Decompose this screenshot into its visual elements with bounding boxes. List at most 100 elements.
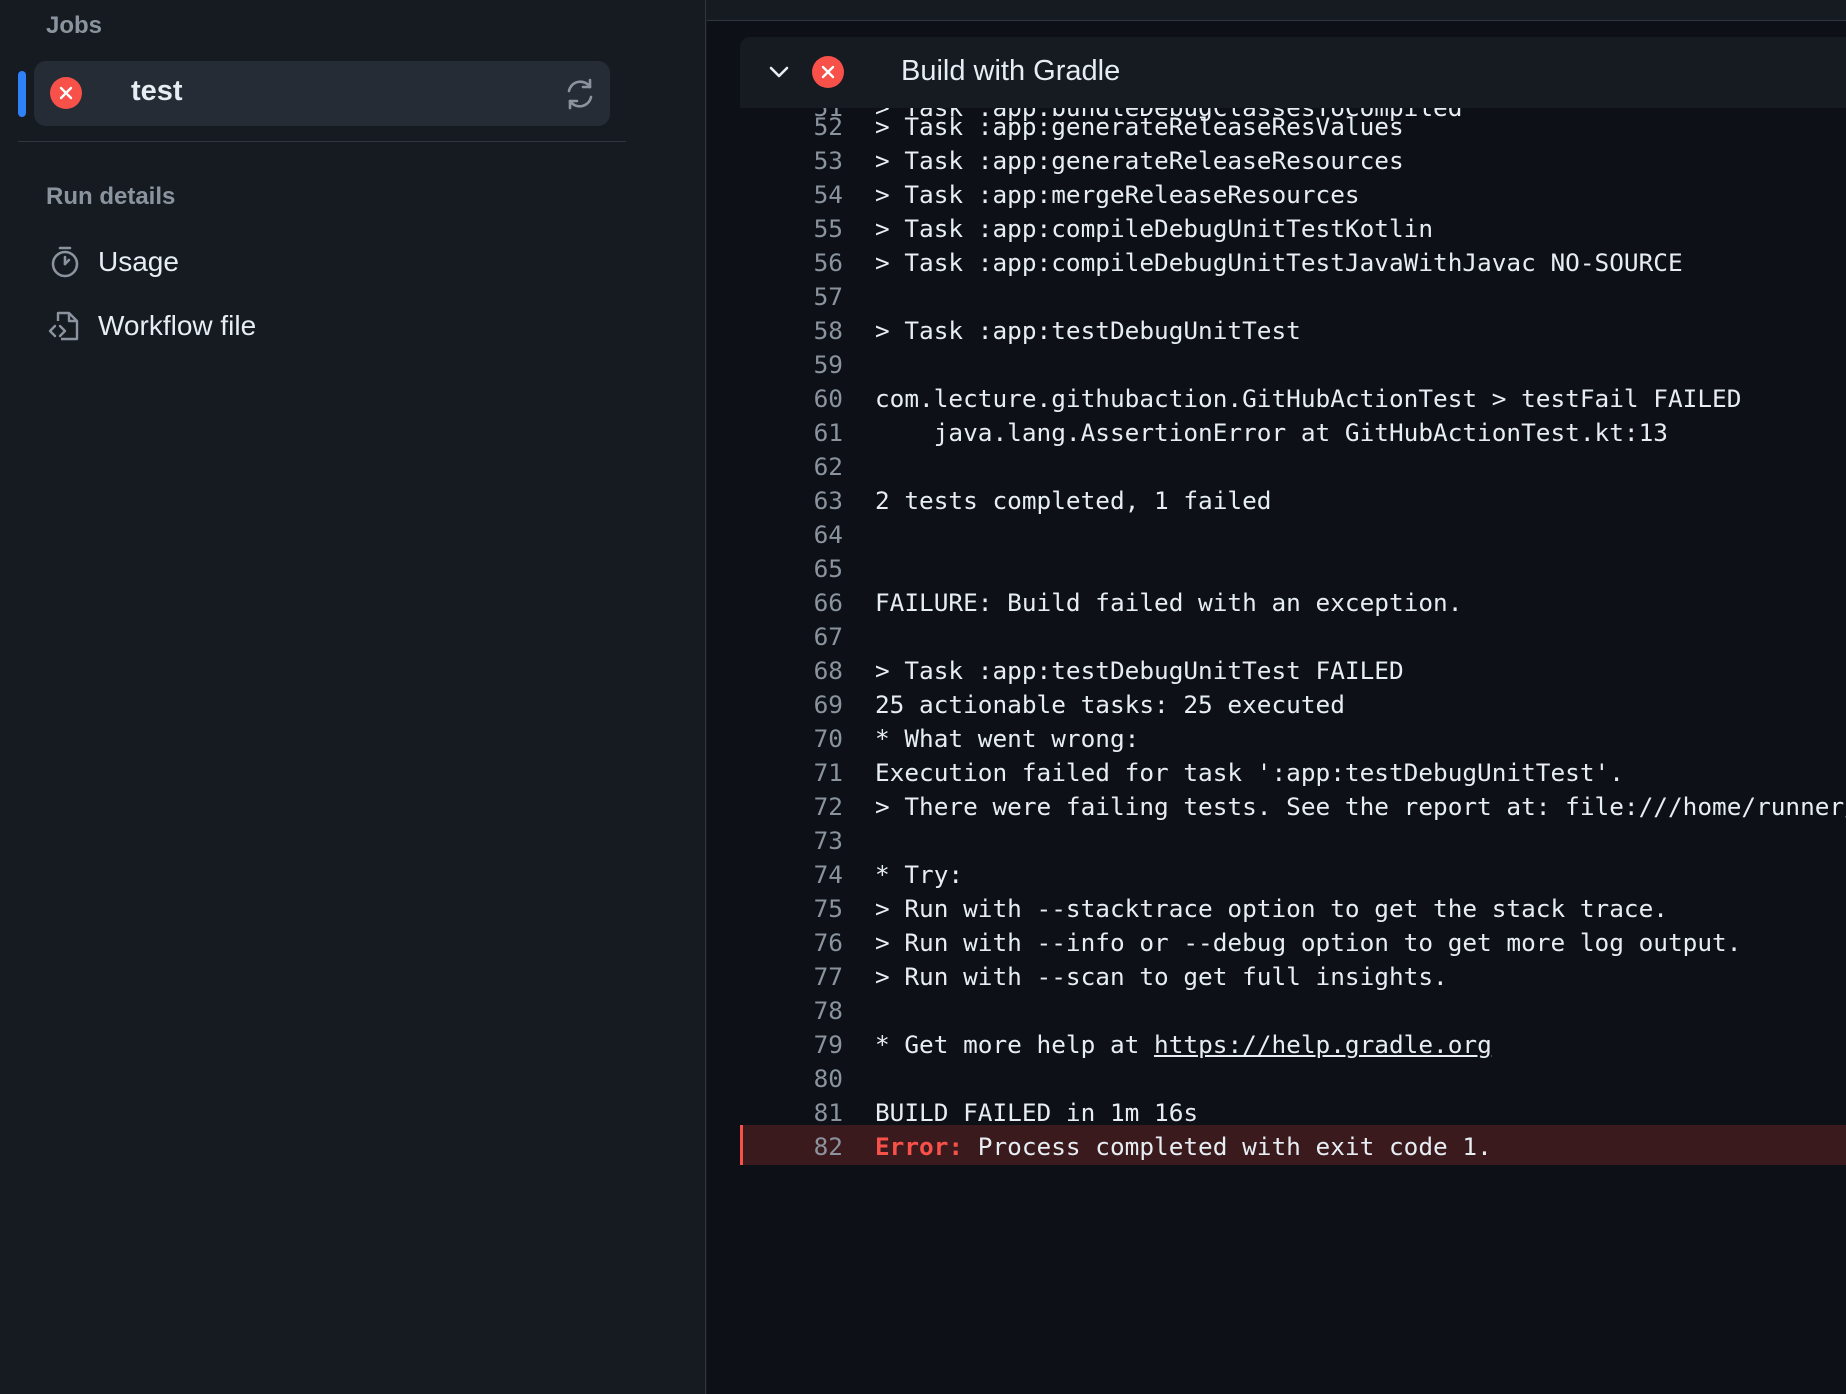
line-body: > There were failing tests. See the repo… (875, 792, 1846, 821)
line-body: > Task :app:generateReleaseResources (875, 146, 1404, 175)
line-body: BUILD FAILED in 1m 16s (875, 1098, 1199, 1127)
line-number[interactable]: 58 (740, 316, 843, 345)
nav-label-usage: Usage (98, 246, 179, 277)
line-text: * What went wrong: (875, 724, 1139, 753)
log-output: 51 > Task :app:bundleDebugClassesToCompi… (740, 108, 1846, 1394)
file-code-icon (48, 311, 79, 341)
line-body: > Task :app:generateReleaseResValues (875, 112, 1404, 141)
line-number[interactable]: 55 (740, 214, 843, 243)
x-circle-icon (50, 77, 82, 109)
line-body: > Task :app:testDebugUnitTest FAILED (875, 656, 1404, 685)
step-failed-icon (812, 56, 844, 88)
step-list-top-edge (707, 0, 1846, 21)
line-body: > Task :app:compileDebugUnitTestKotlin (875, 214, 1434, 243)
line-text: > Task :app:generateReleaseResValues (875, 112, 1404, 141)
line-text: > Run with --stacktrace option to get th… (875, 894, 1668, 923)
line-number[interactable]: 56 (740, 248, 843, 277)
line-text: Error: Process completed with exit code … (875, 1132, 1492, 1161)
line-text: java.lang.AssertionError at GitHubAction… (875, 418, 1668, 447)
line-number[interactable]: 66 (740, 588, 843, 617)
line-body: > Task :app:compileDebugUnitTestJavaWith… (875, 248, 1683, 277)
line-text: > Task :app:compileDebugUnitTestJavaWith… (875, 248, 1683, 277)
line-number[interactable]: 69 (740, 690, 843, 719)
line-number[interactable]: 72 (740, 792, 843, 821)
line-body: Process completed with exit code 1. (963, 1132, 1492, 1161)
line-number[interactable]: 68 (740, 656, 843, 685)
line-body: * Get more help at (875, 1030, 1155, 1059)
line-text: Execution failed for task ':app:testDebu… (875, 758, 1624, 787)
stopwatch-icon (51, 246, 79, 278)
line-body: 2 tests completed, 1 failed (875, 486, 1272, 515)
step-header[interactable]: Build with Gradle (740, 37, 1846, 108)
sidebar: Jobs test Run details Usage Workflow fil… (0, 0, 706, 1394)
line-number[interactable]: 52 (740, 112, 843, 141)
line-text: FAILURE: Build failed with an exception. (875, 588, 1462, 617)
step-title: Build with Gradle (901, 55, 1121, 87)
line-number[interactable]: 61 (740, 418, 843, 447)
line-number[interactable]: 70 (740, 724, 843, 753)
line-body: > Task :app:testDebugUnitTest (875, 316, 1301, 345)
line-text: > Task :app:testDebugUnitTest FAILED (875, 656, 1404, 685)
line-text: > Task :app:generateReleaseResources (875, 146, 1404, 175)
line-number[interactable]: 79 (740, 1030, 843, 1059)
line-body: > Task :app:mergeReleaseResources (875, 180, 1360, 209)
line-text: * Get more help at https://help.gradle.o… (875, 1030, 1492, 1059)
nav-item-workflow-file[interactable]: Workflow file (46, 302, 606, 352)
job-name: test (131, 75, 183, 107)
line-text: > Run with --scan to get full insights. (875, 962, 1448, 991)
line-number[interactable]: 65 (740, 554, 843, 583)
line-body: * What went wrong: (875, 724, 1140, 753)
help-link[interactable]: https://help.gradle.org (1154, 1030, 1492, 1059)
line-body: 25 actionable tasks: 25 executed (875, 690, 1345, 719)
error-keyword: Error: (875, 1132, 964, 1161)
sidebar-divider (18, 141, 626, 142)
line-body: java.lang.AssertionError at GitHubAction… (875, 418, 1668, 447)
nav-item-usage[interactable]: Usage (46, 238, 606, 288)
line-number[interactable]: 82 (740, 1132, 843, 1161)
line-number[interactable]: 80 (740, 1064, 843, 1093)
line-number[interactable]: 81 (740, 1098, 843, 1127)
line-number[interactable]: 60 (740, 384, 843, 413)
line-text: > Task :app:testDebugUnitTest (875, 316, 1301, 345)
line-text: 2 tests completed, 1 failed (875, 486, 1271, 515)
line-body: > Run with --scan to get full insights. (875, 962, 1448, 991)
nav-label-workflow-file: Workflow file (98, 310, 257, 341)
line-body: com.lecture.githubaction.GitHubActionTes… (875, 384, 1742, 413)
line-number[interactable]: 71 (740, 758, 843, 787)
line-number[interactable]: 78 (740, 996, 843, 1025)
selected-job-indicator (18, 71, 26, 117)
line-number[interactable]: 53 (740, 146, 843, 175)
line-body: * Try: (875, 860, 964, 889)
chevron-down-icon[interactable] (766, 59, 792, 85)
line-text: * Try: (875, 860, 963, 889)
line-text: > Task :app:mergeReleaseResources (875, 180, 1360, 209)
line-body: > Run with --info or --debug option to g… (875, 928, 1742, 957)
line-body: > Run with --stacktrace option to get th… (875, 894, 1668, 923)
log-line-error: 82 Error: Process completed with exit cod… (740, 1125, 1846, 1165)
line-number[interactable]: 57 (740, 282, 843, 311)
line-number[interactable]: 54 (740, 180, 843, 209)
line-text: > Task :app:compileDebugUnitTestKotlin (875, 214, 1433, 243)
run-details-heading: Run details (46, 183, 176, 210)
line-body: Execution failed for task ':app:testDebu… (875, 758, 1624, 787)
line-number[interactable]: 73 (740, 826, 843, 855)
line-text: BUILD FAILED in 1m 16s (875, 1098, 1198, 1127)
line-body: FAILURE: Build failed with an exception. (875, 588, 1463, 617)
line-number[interactable]: 64 (740, 520, 843, 549)
rerun-icon[interactable] (562, 76, 598, 112)
line-text: com.lecture.githubaction.GitHubActionTes… (875, 384, 1741, 413)
line-number[interactable]: 67 (740, 622, 843, 651)
line-number[interactable]: 63 (740, 486, 843, 515)
main-panel: Build with Gradle 51 > Task :app:bundleD… (707, 0, 1846, 1394)
line-number[interactable]: 76 (740, 928, 843, 957)
line-number[interactable]: 77 (740, 962, 843, 991)
line-text: > There were failing tests. See the repo… (875, 792, 1846, 821)
line-number[interactable]: 59 (740, 350, 843, 379)
line-text: 25 actionable tasks: 25 executed (875, 690, 1345, 719)
line-number[interactable]: 62 (740, 452, 843, 481)
job-item-test[interactable]: test (34, 61, 610, 126)
line-number[interactable]: 74 (740, 860, 843, 889)
line-number[interactable]: 75 (740, 894, 843, 923)
line-text: > Run with --info or --debug option to g… (875, 928, 1741, 957)
jobs-heading: Jobs (46, 12, 103, 39)
